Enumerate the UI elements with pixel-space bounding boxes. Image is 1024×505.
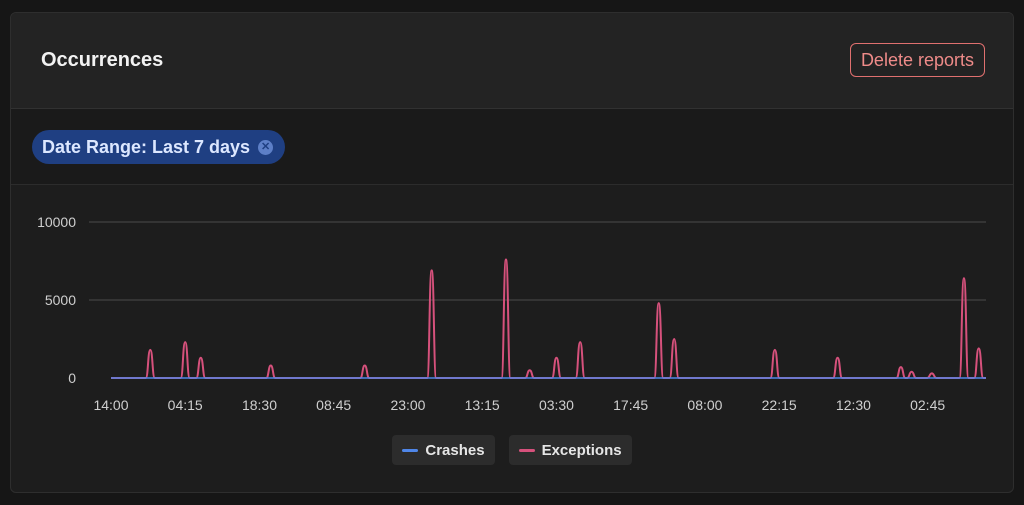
y-tick-label: 0 — [68, 370, 76, 386]
x-tick-label: 14:00 — [93, 397, 128, 413]
chart-legend: Crashes Exceptions — [11, 435, 1013, 465]
x-tick-label: 23:00 — [390, 397, 425, 413]
x-tick-label: 13:15 — [465, 397, 500, 413]
legend-item-exceptions[interactable]: Exceptions — [508, 435, 632, 465]
x-tick-label: 02:45 — [910, 397, 945, 413]
legend-item-crashes[interactable]: Crashes — [392, 435, 495, 465]
x-tick-label: 04:15 — [168, 397, 203, 413]
legend-label-exceptions: Exceptions — [541, 441, 622, 459]
x-tick-label: 18:30 — [242, 397, 277, 413]
x-tick-label: 12:30 — [836, 397, 871, 413]
x-tick-label: 22:15 — [762, 397, 797, 413]
occurrences-chart: 10000 5000 0 14:00 04:15 18:30 08:45 23:00 13:15… — [37, 214, 986, 413]
exceptions-swatch-icon — [518, 448, 535, 452]
x-tick-label: 03:30 — [539, 397, 574, 413]
x-tick-label: 17:45 — [613, 397, 648, 413]
legend-label-crashes: Crashes — [425, 441, 485, 459]
x-tick-label: 08:45 — [316, 397, 351, 413]
y-tick-label: 5000 — [45, 292, 76, 308]
exceptions-series-line — [111, 258, 986, 379]
crashes-swatch-icon — [402, 448, 419, 452]
y-tick-label: 10000 — [37, 214, 76, 230]
x-tick-label: 08:00 — [687, 397, 722, 413]
occurrences-card: Occurrences Delete reports Date Range: L… — [10, 12, 1014, 493]
